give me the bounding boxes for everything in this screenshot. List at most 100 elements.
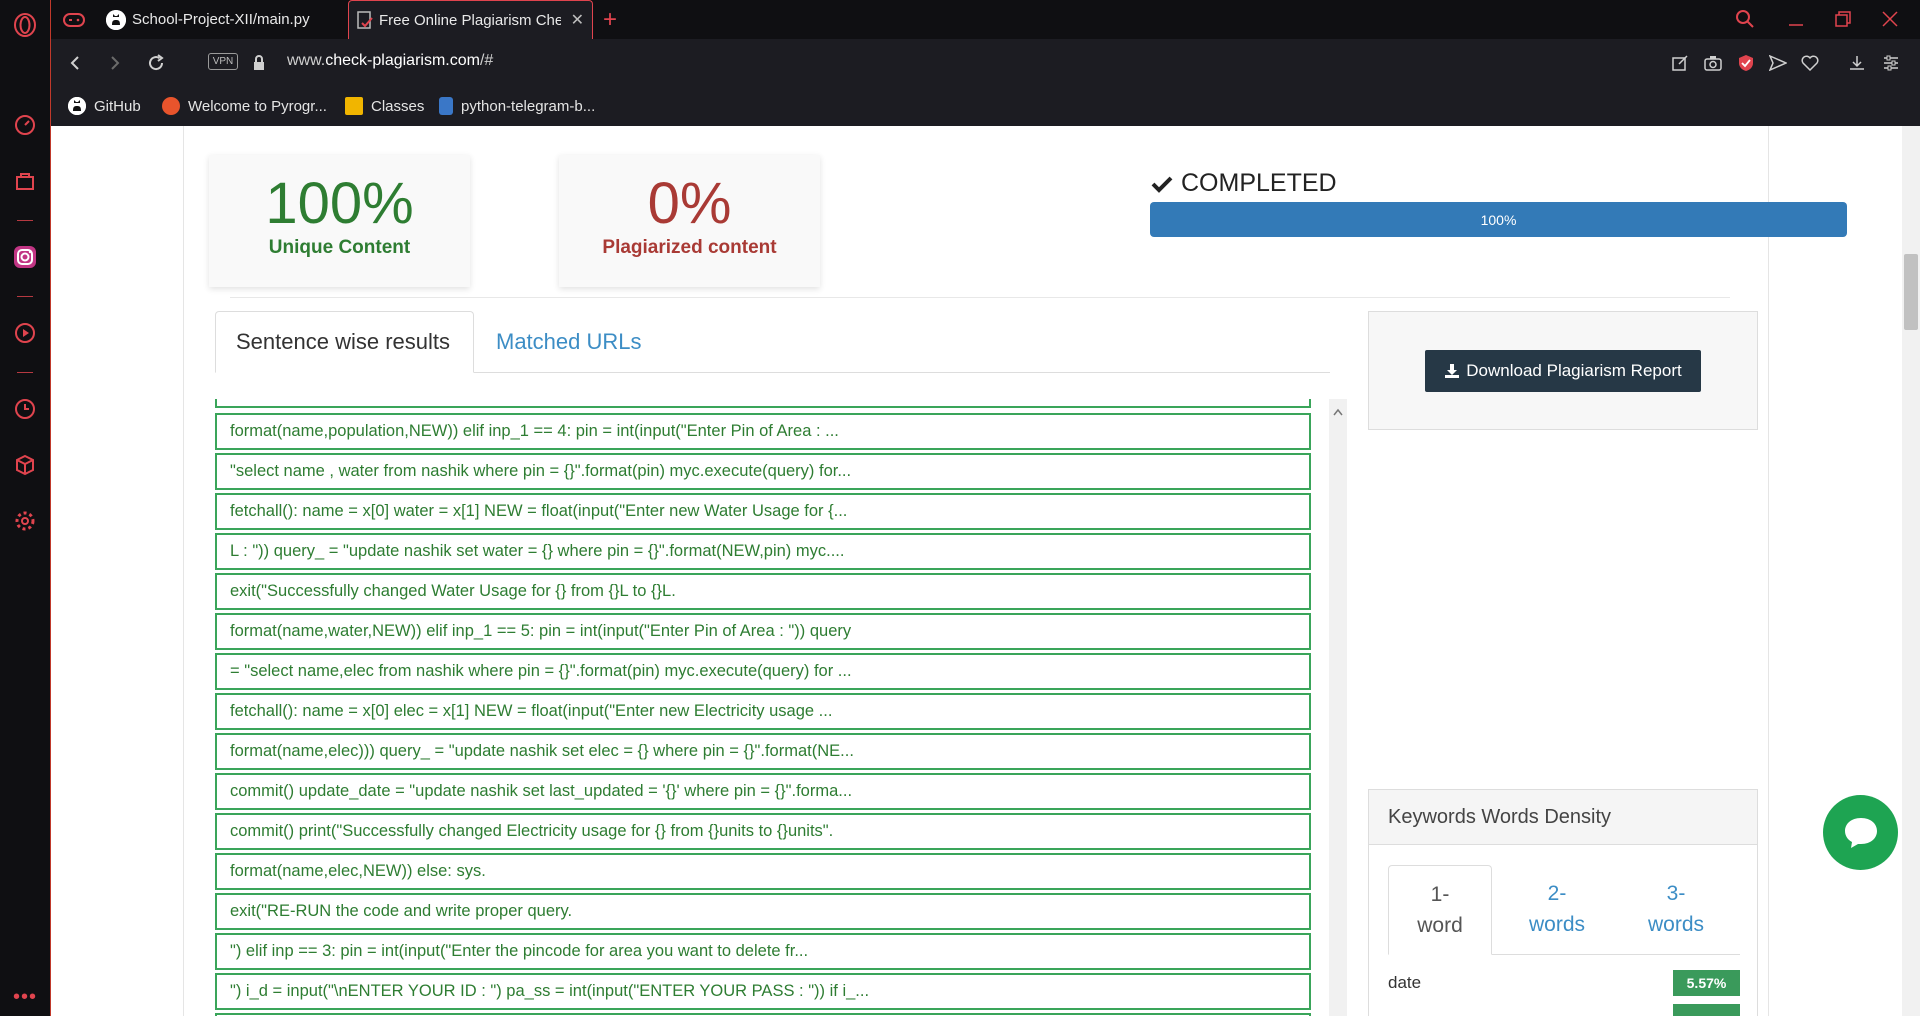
tab-matched-urls[interactable]: Matched URLs	[476, 311, 662, 373]
close-window-icon[interactable]	[1876, 6, 1904, 32]
back-icon[interactable]	[63, 51, 87, 75]
page-scrollbar-thumb[interactable]	[1904, 254, 1918, 330]
table-row[interactable]: format(name,population,NEW)) elif inp_1 …	[215, 413, 1311, 450]
keyword-density-badge: 5.57%	[1673, 970, 1740, 996]
tab-sentence-wise-results[interactable]: Sentence wise results	[215, 311, 474, 373]
opera-logo-icon[interactable]	[12, 12, 38, 38]
tab-3-words[interactable]: 3- words	[1624, 865, 1728, 955]
tab-1-word[interactable]: 1- word	[1388, 865, 1492, 955]
tab-label: word	[1417, 914, 1463, 937]
table-row[interactable]: format(name,elec,NEW)) else: sys.	[215, 853, 1311, 890]
forward-icon[interactable]	[103, 51, 127, 75]
unique-content-card: 100% Unique Content	[209, 155, 470, 287]
table-row[interactable]: ") elif inp == 3: pin = int(input("Enter…	[215, 933, 1311, 970]
github-icon	[106, 9, 126, 30]
tab-label: School-Project-XII/main.py	[132, 11, 310, 28]
tab-label: 3-	[1666, 882, 1686, 905]
scroll-up-icon[interactable]	[1333, 403, 1343, 421]
send-icon[interactable]	[1766, 51, 1790, 75]
tab-label: 1-	[1430, 883, 1450, 906]
bookmark-pyrogram[interactable]: Welcome to Pyrogr...	[162, 95, 327, 117]
table-row[interactable]: commit() print("Successfully changed Ele…	[215, 813, 1311, 850]
lock-icon[interactable]	[247, 51, 271, 75]
download-icon[interactable]	[1845, 51, 1869, 75]
url-prefix: www.	[287, 52, 326, 69]
address-bar: VPN www.check-plagiarism.com/#	[51, 39, 1920, 87]
completed-label: COMPLETED	[1181, 169, 1337, 197]
pyrogram-icon	[162, 97, 180, 115]
download-report-button[interactable]: Download Plagiarism Report	[1425, 350, 1701, 392]
table-row[interactable]: exit("RE-RUN the code and write proper q…	[215, 893, 1311, 930]
browser-sidebar: •••	[0, 0, 51, 1016]
instagram-icon[interactable]	[12, 244, 38, 270]
sidebar-divider	[17, 220, 33, 221]
adblock-shield-icon[interactable]	[1734, 51, 1758, 75]
page-viewport: 100% Unique Content 0% Plagiarized conte…	[51, 126, 1920, 1016]
tab-plagiarism-checker[interactable]: Free Online Plagiarism Che ✕	[348, 0, 593, 39]
plagiarized-label: Plagiarized content	[602, 237, 777, 258]
sidebar-divider	[17, 372, 33, 373]
table-row[interactable]: commit() update_date = "update nashik se…	[215, 773, 1311, 810]
snap-edit-icon[interactable]	[1668, 51, 1692, 75]
checkmark-icon	[1151, 175, 1173, 193]
heart-icon[interactable]	[1798, 51, 1822, 75]
sidebar-divider	[17, 296, 33, 297]
download-report-box: Download Plagiarism Report	[1368, 311, 1758, 430]
table-row[interactable]: exit("Successfully changed Water Usage f…	[215, 573, 1311, 610]
minimize-icon[interactable]	[1782, 6, 1810, 32]
table-row[interactable]: = "select name,elec from nashik where pi…	[215, 653, 1311, 690]
speed-dial-icon[interactable]	[12, 112, 38, 138]
table-row[interactable]: format(name,water,NEW)) elif inp_1 == 5:…	[215, 613, 1311, 650]
vpn-badge[interactable]: VPN	[208, 53, 238, 70]
url-host: check-plagiarism.com	[325, 52, 480, 69]
restore-icon[interactable]	[1829, 6, 1857, 32]
search-tabs-icon[interactable]	[1731, 6, 1759, 32]
download-icon	[1444, 363, 1460, 379]
bookmark-label: python-telegram-b...	[461, 97, 596, 115]
plagiarized-content-card: 0% Plagiarized content	[559, 155, 820, 287]
bookmark-label: GitHub	[94, 97, 141, 115]
document-icon	[357, 11, 373, 29]
progress-fill: 100%	[1150, 202, 1847, 237]
chat-bubble-icon	[1842, 815, 1880, 851]
player-icon[interactable]	[12, 320, 38, 346]
extensions-cube-icon[interactable]	[12, 452, 38, 478]
keyword-tabs: 1- word 2- words 3- words	[1388, 865, 1740, 955]
history-icon[interactable]	[12, 396, 38, 422]
chat-widget-button[interactable]	[1823, 795, 1898, 870]
github-icon	[68, 97, 86, 115]
camera-icon[interactable]	[1701, 51, 1725, 75]
bookmark-github[interactable]: GitHub	[68, 95, 141, 117]
page-scrollbar[interactable]	[1902, 126, 1920, 1016]
table-row[interactable]: format(name,elec))) query_ = "update nas…	[215, 733, 1311, 770]
url-field[interactable]: www.check-plagiarism.com/#	[287, 52, 493, 70]
reload-icon[interactable]	[144, 51, 168, 75]
keyword-word: date	[1388, 973, 1422, 992]
easy-setup-icon[interactable]	[1879, 51, 1903, 75]
new-tab-button[interactable]: +	[603, 0, 633, 39]
close-tab-icon[interactable]: ✕	[563, 10, 592, 30]
results-scrollbar[interactable]	[1329, 399, 1347, 1016]
keyword-density-badge	[1673, 1004, 1740, 1016]
progress-bar: 100%	[1150, 202, 1847, 237]
table-row[interactable]: fetchall(): name = x[0] water = x[1] NEW…	[215, 493, 1311, 530]
settings-gear-icon[interactable]	[12, 508, 38, 534]
bookmark-classes[interactable]: Classes	[345, 95, 424, 117]
table-row[interactable]: "select name , water from nashik where p…	[215, 453, 1311, 490]
bookmarks-bar: GitHub Welcome to Pyrogr... Classes pyth…	[51, 87, 1920, 126]
tab-bar: School-Project-XII/main.py ✕ Free Online…	[51, 0, 1920, 39]
table-row[interactable]: ") i_d = input("\nENTER YOUR ID : ") pa_…	[215, 973, 1311, 1010]
table-row[interactable]: L : ")) query_ = "update nashik set wate…	[215, 533, 1311, 570]
gamepad-icon[interactable]	[61, 7, 87, 33]
bookmark-python-telegram-bot[interactable]: python-telegram-b...	[439, 95, 595, 117]
keyword-row	[1388, 1004, 1740, 1016]
table-row[interactable]: fetchall(): name = x[0] elec = x[1] NEW …	[215, 693, 1311, 730]
tab-2-words[interactable]: 2- words	[1505, 865, 1609, 955]
shopping-bag-icon[interactable]	[12, 168, 38, 194]
completed-status: COMPLETED	[1151, 169, 1337, 198]
download-label: Download Plagiarism Report	[1466, 361, 1682, 380]
tab-label: words	[1528, 913, 1586, 936]
table-row	[215, 399, 1311, 408]
more-icon[interactable]: •••	[12, 984, 38, 1010]
results-tabs: Sentence wise results Matched URLs	[215, 311, 1330, 373]
